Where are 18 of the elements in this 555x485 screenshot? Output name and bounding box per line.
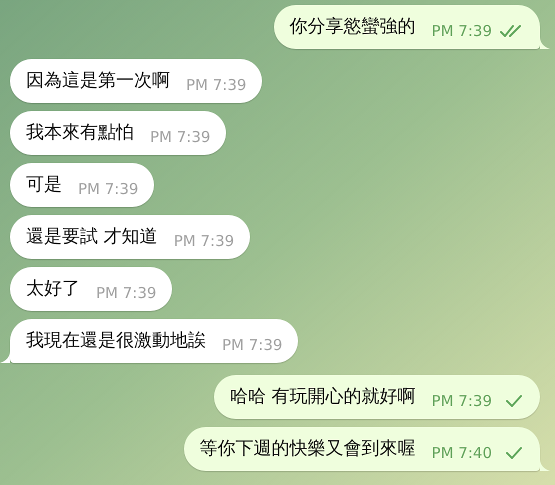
- message-text: 等你下週的快樂又會到來喔: [200, 437, 416, 461]
- message-time: PM 7:39: [96, 283, 156, 303]
- message-text: 太好了: [26, 277, 80, 301]
- message-time: PM 7:39: [186, 75, 246, 95]
- message-text: 可是: [26, 173, 62, 197]
- message-text: 我本來有點怕: [26, 121, 134, 145]
- message-time: PM 7:39: [432, 21, 492, 41]
- message-time: PM 7:39: [174, 231, 234, 251]
- message-text: 還是要試 才知道: [26, 225, 158, 249]
- message-time: PM 7:39: [78, 179, 138, 199]
- message-text: 因為這是第一次啊: [26, 69, 170, 93]
- message-time: PM 7:39: [432, 391, 492, 411]
- message-text: 你分享慾蠻強的: [290, 15, 416, 39]
- message-time: PM 7:40: [432, 443, 492, 463]
- message-text: 哈哈 有玩開心的就好啊: [230, 385, 416, 409]
- message-time: PM 7:39: [150, 127, 210, 147]
- message-text: 我現在還是很激動地誒: [26, 329, 206, 353]
- message-time: PM 7:39: [222, 335, 282, 355]
